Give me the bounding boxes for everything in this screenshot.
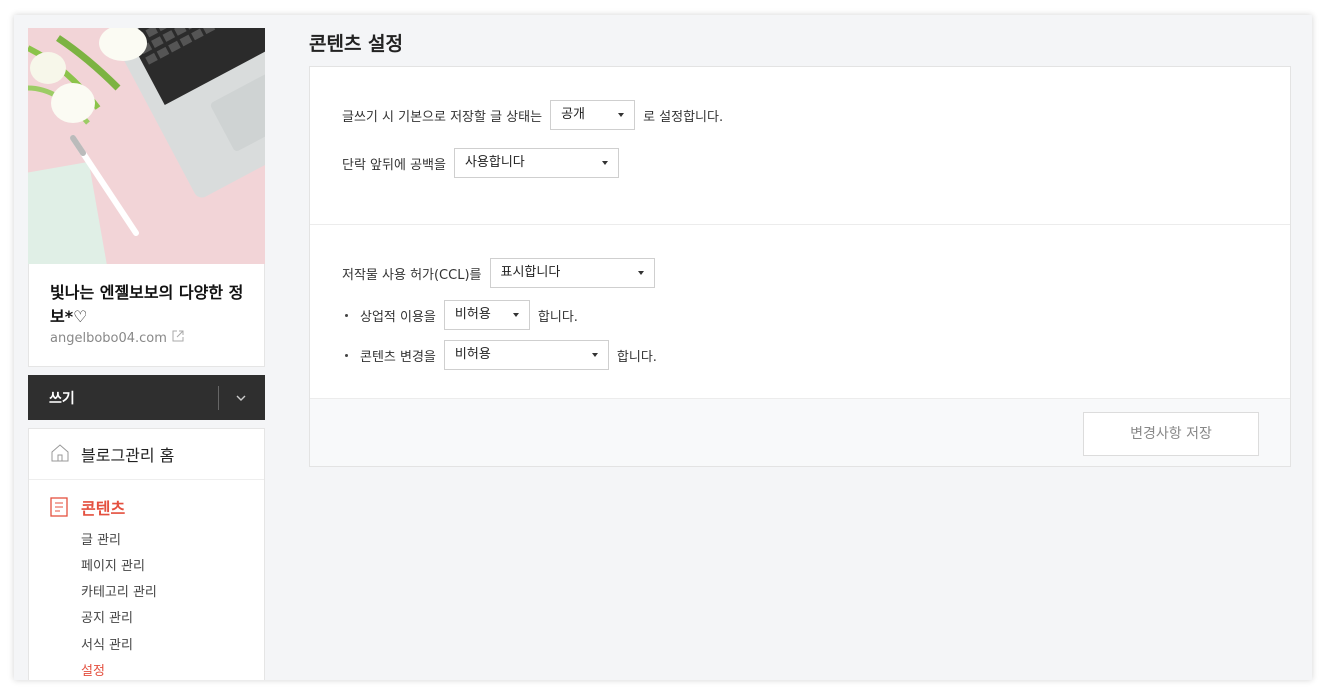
sidebar-item-home[interactable]: 블로그관리 홈 xyxy=(29,429,264,480)
settings-panel: 글쓰기 시 기본으로 저장할 글 상태는 공개 로 설정합니다. 단락 앞뒤에 … xyxy=(309,66,1291,467)
modification-value[interactable]: 비허용 xyxy=(455,347,491,362)
modification-prefix: 콘텐츠 변경을 xyxy=(360,349,436,365)
sidebar-item-home-label[interactable]: 블로그관리 홈 xyxy=(81,442,174,466)
post-status-prefix: 글쓰기 시 기본으로 저장할 글 상태는 xyxy=(342,109,543,125)
sidebar-item-pages[interactable]: 페이지 관리 xyxy=(81,555,145,574)
paragraph-spacing-row: 단락 앞뒤에 공백을 사용합니다 xyxy=(342,148,627,178)
sidebar-item-categories[interactable]: 카테고리 관리 xyxy=(81,581,157,600)
blog-cover-image xyxy=(28,28,265,264)
sidebar-item-notices[interactable]: 공지 관리 xyxy=(81,607,133,626)
blog-url[interactable]: angelbobo04.com xyxy=(50,331,167,346)
caret-down-icon xyxy=(601,161,608,165)
sidebar-item-posts[interactable]: 글 관리 xyxy=(81,529,121,548)
sidebar-item-templates[interactable]: 서식 관리 xyxy=(81,634,133,653)
home-icon xyxy=(50,443,70,463)
external-link-icon xyxy=(172,330,184,346)
post-status-suffix: 로 설정합니다. xyxy=(643,109,724,125)
commercial-use-prefix: 상업적 이용을 xyxy=(360,309,436,325)
document-icon xyxy=(50,497,68,517)
write-divider xyxy=(218,386,219,410)
modification-suffix: 합니다. xyxy=(616,349,657,365)
ccl-row: 저작물 사용 허가(CCL)를 표시합니다 xyxy=(342,258,663,288)
bullet xyxy=(345,313,348,317)
ccl-value[interactable]: 표시합니다 xyxy=(501,265,561,280)
caret-down-icon xyxy=(591,353,598,357)
blog-title: 빛나는 엔젤보보의 다양한 정보*♡ xyxy=(50,283,244,326)
paragraph-spacing-value[interactable]: 사용합니다 xyxy=(465,155,525,170)
modification-row: 콘텐츠 변경을 비허용 합니다. xyxy=(342,340,657,370)
caret-down-icon xyxy=(618,113,625,117)
app-frame: 빛나는 엔젤보보의 다양한 정보*♡ angelbobo04.com 쓰기 블로… xyxy=(14,15,1312,680)
ccl-select[interactable]: 표시합니다 xyxy=(489,258,655,288)
commercial-use-row: 상업적 이용을 비허용 합니다. xyxy=(342,300,578,330)
caret-down-icon xyxy=(512,313,519,317)
sidebar-menu: 블로그관리 홈 콘텐츠 글 관리 페이지 관리 카테고리 관리 공지 관리 서식… xyxy=(28,428,265,680)
blog-profile: 빛나는 엔젤보보의 다양한 정보*♡ angelbobo04.com xyxy=(28,264,265,367)
post-status-select[interactable]: 공개 xyxy=(550,100,636,130)
panel-footer: 변경사항 저장 xyxy=(310,398,1290,466)
commercial-use-select[interactable]: 비허용 xyxy=(443,300,530,330)
paragraph-spacing-select[interactable]: 사용합니다 xyxy=(453,148,619,178)
commercial-use-suffix: 합니다. xyxy=(537,309,578,325)
page-title: 콘텐츠 설정 xyxy=(309,33,404,55)
post-status-value[interactable]: 공개 xyxy=(561,107,585,122)
post-status-row: 글쓰기 시 기본으로 저장할 글 상태는 공개 로 설정합니다. xyxy=(342,100,723,130)
ccl-prefix: 저작물 사용 허가(CCL)를 xyxy=(342,267,482,283)
modification-select[interactable]: 비허용 xyxy=(443,340,609,370)
paragraph-spacing-prefix: 단락 앞뒤에 공백을 xyxy=(342,157,446,173)
sidebar-item-settings[interactable]: 설정 xyxy=(81,660,105,679)
save-changes-button[interactable]: 변경사항 저장 xyxy=(1083,412,1259,456)
sidebar: 빛나는 엔젤보보의 다양한 정보*♡ angelbobo04.com 쓰기 블로… xyxy=(28,28,265,680)
chevron-down-icon[interactable] xyxy=(234,390,248,404)
section-divider xyxy=(310,224,1290,225)
blog-url-link[interactable]: angelbobo04.com xyxy=(50,330,184,346)
write-button[interactable]: 쓰기 xyxy=(28,375,265,420)
bullet xyxy=(345,353,348,357)
caret-down-icon xyxy=(637,271,644,275)
sidebar-section-label[interactable]: 콘텐츠 xyxy=(81,495,125,519)
write-label[interactable]: 쓰기 xyxy=(49,388,75,408)
commercial-use-value[interactable]: 비허용 xyxy=(455,307,491,322)
